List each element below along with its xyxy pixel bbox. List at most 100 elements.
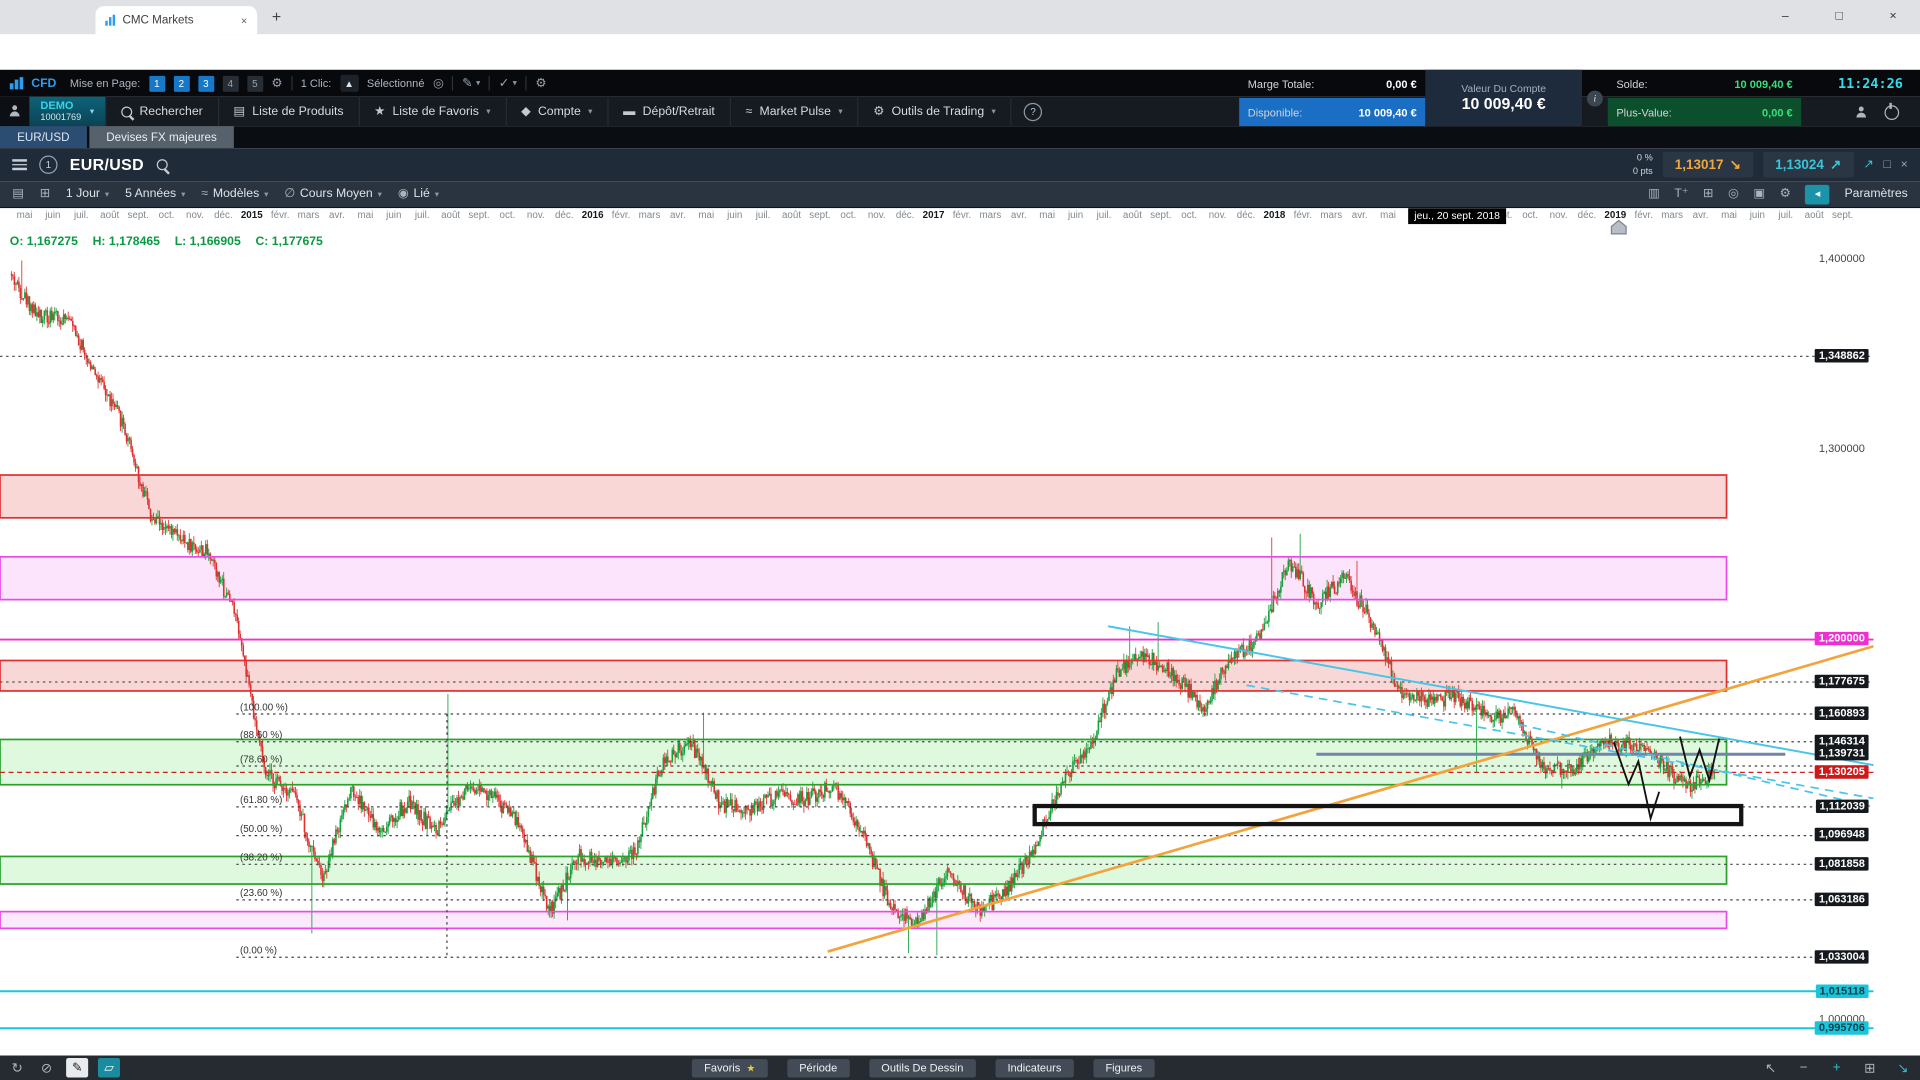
period-button[interactable]: Période bbox=[787, 1059, 849, 1077]
account-person-icon[interactable] bbox=[1855, 106, 1867, 118]
layout-settings-gear-icon[interactable]: ⚙ bbox=[271, 77, 282, 90]
time-axis-label: juil. bbox=[74, 209, 89, 220]
text-tool-icon[interactable]: T⁺ bbox=[1674, 187, 1688, 200]
patterns-button[interactable]: Figures bbox=[1093, 1059, 1154, 1077]
buy-price-button[interactable]: 1,13024↗ bbox=[1763, 152, 1854, 178]
zone-resistance-1[interactable] bbox=[0, 475, 1727, 518]
settings-gear-icon[interactable]: ⚙ bbox=[535, 77, 546, 90]
price-label: 1,146314 bbox=[1815, 734, 1868, 747]
tab-close-icon[interactable]: × bbox=[241, 14, 247, 26]
help-icon[interactable]: ? bbox=[1024, 102, 1042, 120]
support-box[interactable] bbox=[1035, 806, 1742, 824]
time-axis-label: sept. bbox=[127, 209, 148, 220]
nav-product-list[interactable]: ▤ Liste de Produits bbox=[217, 97, 358, 126]
indicators-button[interactable]: Indicateurs bbox=[995, 1059, 1073, 1077]
candlestick-chart[interactable]: (100.00 %)(88.60 %)(78.60 %)(61.80 %)(50… bbox=[0, 208, 1873, 1055]
zone-support-3[interactable] bbox=[0, 912, 1727, 929]
time-axis-label: 2017 bbox=[923, 209, 945, 220]
price-label: 1,096948 bbox=[1815, 828, 1868, 841]
interval-dropdown[interactable]: 1 Jour▾ bbox=[66, 187, 109, 200]
ascending-orange[interactable] bbox=[828, 646, 1874, 951]
tab-fx-majors[interactable]: Devises FX majeures bbox=[89, 126, 234, 148]
account-switcher[interactable]: DEMO 10001769 ▾ bbox=[29, 97, 105, 126]
svg-text:(38.20 %): (38.20 %) bbox=[240, 853, 282, 864]
close-chart-icon[interactable]: × bbox=[1901, 158, 1908, 171]
price-label: 1,063186 bbox=[1815, 892, 1868, 905]
zoom-out-icon[interactable]: − bbox=[1794, 1060, 1814, 1075]
shapes-tool-button[interactable]: ▱ bbox=[98, 1058, 120, 1078]
layout-page-3[interactable]: 3 bbox=[198, 75, 214, 91]
browser-tab-strip: CMC Markets × + – □ × bbox=[0, 0, 1920, 34]
pan-icon[interactable]: ↖ bbox=[1761, 1060, 1781, 1076]
tools-icon: ⚙ bbox=[873, 105, 884, 118]
window-minimize-button[interactable]: – bbox=[1758, 0, 1812, 33]
buy-arrow-icon: ↗ bbox=[1830, 157, 1841, 173]
new-tab-button[interactable]: + bbox=[272, 7, 281, 25]
chart-canvas[interactable]: (100.00 %)(88.60 %)(78.60 %)(61.80 %)(50… bbox=[0, 208, 1920, 1055]
popout-icon[interactable]: ↗ bbox=[1863, 158, 1873, 171]
brush-tool-dropdown[interactable]: ✎▾ bbox=[462, 77, 480, 90]
chart-type-icon[interactable]: ▥ bbox=[1648, 187, 1660, 200]
time-axis-label: 2018 bbox=[1264, 209, 1286, 220]
crosshair-icon[interactable]: ◎ bbox=[1728, 187, 1739, 200]
logout-power-icon[interactable] bbox=[1884, 105, 1899, 120]
reset-chart-icon[interactable]: ↻ bbox=[7, 1060, 27, 1076]
linked-dropdown[interactable]: ◉Lié▾ bbox=[398, 187, 439, 200]
window-close-button[interactable]: × bbox=[1866, 0, 1920, 33]
models-dropdown[interactable]: ≈Modèles▾ bbox=[201, 187, 268, 200]
one-click-cursor-button[interactable]: ▲ bbox=[340, 75, 358, 92]
nav-favorites-list[interactable]: ★ Liste de Favoris ▾ bbox=[358, 97, 505, 126]
info-icon[interactable]: i bbox=[1587, 90, 1603, 106]
target-icon[interactable]: ◎ bbox=[433, 77, 444, 90]
nav-market-pulse[interactable]: ≈ Market Pulse ▾ bbox=[730, 97, 858, 126]
tab-eurusd[interactable]: EUR/USD bbox=[0, 126, 87, 148]
layout-page-5[interactable]: 5 bbox=[247, 75, 263, 91]
pencil-tool-button[interactable]: ✎ bbox=[66, 1058, 88, 1078]
nav-deposit-withdraw[interactable]: ▬ Dépôt/Retrait bbox=[607, 97, 729, 126]
quote-panel-icon[interactable]: ▤ bbox=[12, 187, 24, 200]
chart-search-icon[interactable] bbox=[156, 159, 167, 170]
snapshot-icon[interactable]: ▣ bbox=[1753, 187, 1765, 200]
layout-grid-icon[interactable]: ⊞ bbox=[40, 187, 50, 200]
clear-drawings-icon[interactable]: ⊘ bbox=[37, 1060, 57, 1076]
time-axis-label: avr. bbox=[1693, 209, 1709, 220]
collapse-panel-icon[interactable]: ◂ bbox=[1805, 184, 1829, 204]
user-avatar[interactable] bbox=[0, 97, 29, 126]
grid-icon[interactable]: ⊞ bbox=[1703, 187, 1713, 200]
chart-menu-icon[interactable] bbox=[12, 156, 27, 173]
time-axis-label: mars bbox=[1320, 209, 1342, 220]
browser-tab[interactable]: CMC Markets × bbox=[96, 6, 258, 34]
nav-trading-tools[interactable]: ⚙ Outils de Trading ▾ bbox=[857, 97, 1011, 126]
time-axis-label: 2019 bbox=[1604, 209, 1626, 220]
layout-page-4[interactable]: 4 bbox=[222, 75, 238, 91]
drawing-tools-button[interactable]: Outils De Dessin bbox=[869, 1059, 976, 1077]
browser-url-bar: ← → ↻ https://platform.cmcmarkets.com/#/… bbox=[0, 34, 1920, 71]
layout-page-1[interactable]: 1 bbox=[149, 75, 165, 91]
time-axis-label: juin bbox=[1750, 209, 1765, 220]
parameters-button[interactable]: Paramètres bbox=[1844, 187, 1907, 200]
time-axis-label: mai bbox=[17, 209, 33, 220]
favorites-button[interactable]: Favoris★ bbox=[692, 1059, 768, 1077]
time-axis-label: oct. bbox=[1522, 209, 1538, 220]
pin-icon[interactable]: ⚙ bbox=[1780, 187, 1791, 200]
layout-page-2[interactable]: 2 bbox=[173, 75, 189, 91]
zone-resistance-3[interactable] bbox=[0, 661, 1727, 691]
range-dropdown[interactable]: 5 Années▾ bbox=[125, 187, 185, 200]
mid-price-dropdown[interactable]: ∅Cours Moyen▾ bbox=[284, 187, 382, 200]
sell-price-button[interactable]: 1,13017↘ bbox=[1663, 152, 1754, 178]
time-axis-label: oct. bbox=[500, 209, 516, 220]
window-maximize-button[interactable]: □ bbox=[1812, 0, 1866, 33]
price-label: 1,130205 bbox=[1815, 765, 1868, 778]
one-click-label: 1 Clic: bbox=[301, 77, 332, 89]
zoom-in-icon[interactable]: + bbox=[1827, 1060, 1847, 1075]
fit-chart-icon[interactable]: ⊞ bbox=[1860, 1060, 1880, 1076]
confirm-dropdown[interactable]: ✓▾ bbox=[499, 77, 517, 90]
time-axis-label: févr. bbox=[1294, 209, 1313, 220]
price-label: 1,177675 bbox=[1815, 675, 1868, 688]
maximize-chart-icon[interactable]: □ bbox=[1883, 158, 1890, 171]
expand-icon[interactable]: ↘ bbox=[1893, 1060, 1913, 1076]
zone-resistance-2[interactable] bbox=[0, 557, 1727, 600]
price-axis: 1,4000001,3488621,3000001,2000001,177675… bbox=[1810, 208, 1920, 1055]
nav-search[interactable]: Rechercher bbox=[105, 97, 217, 126]
nav-account[interactable]: ◆ Compte ▾ bbox=[505, 97, 607, 126]
